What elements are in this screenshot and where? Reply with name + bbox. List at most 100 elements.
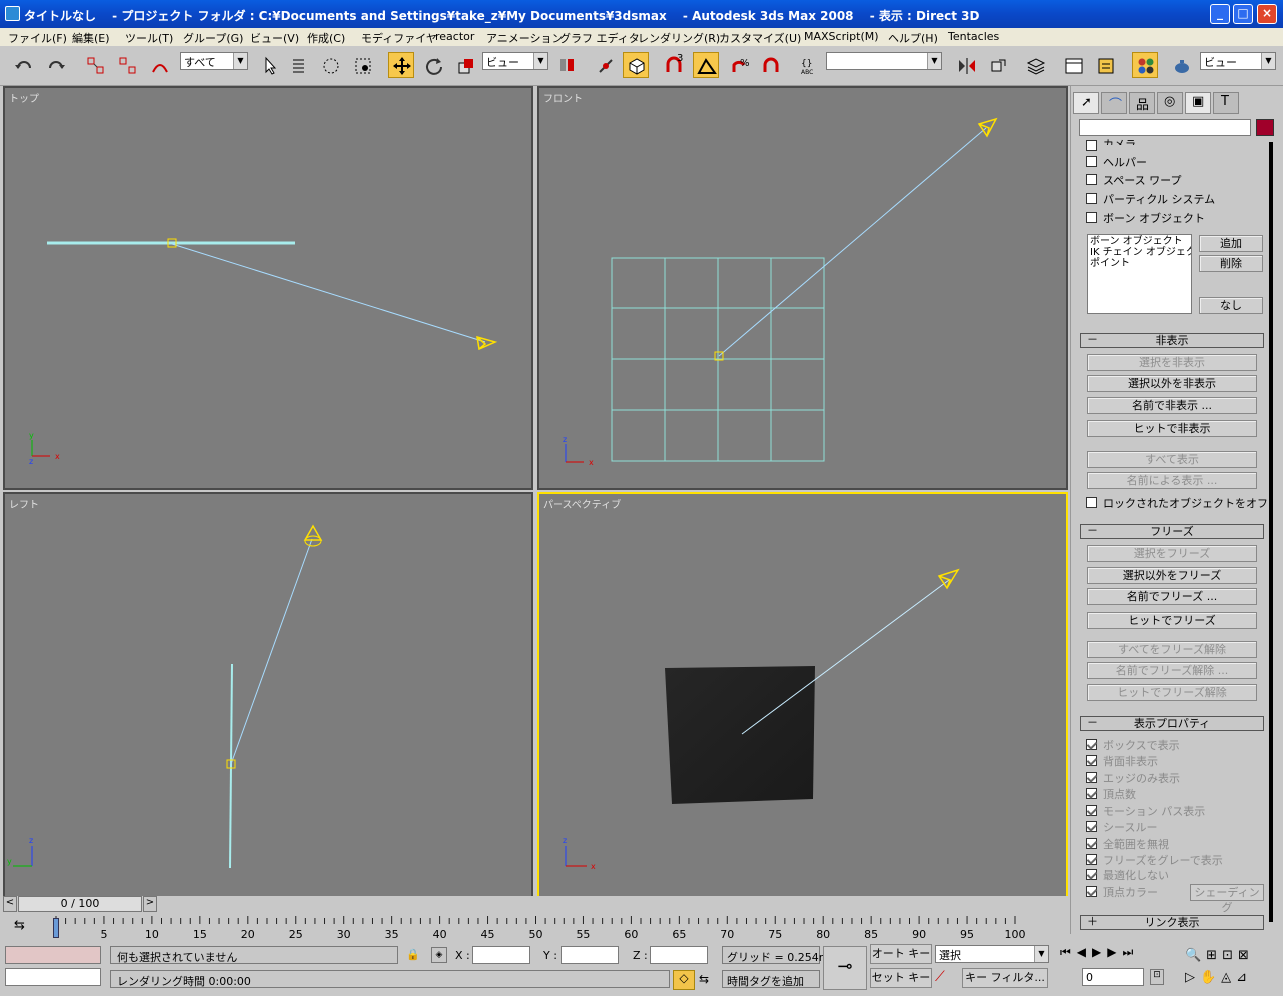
time-tag-icon[interactable]: ⇆ <box>699 972 709 986</box>
unfreeze-by-name-button[interactable]: 名前でフリーズ解除 ... <box>1087 662 1257 679</box>
hide-unselected-button[interactable]: 選択以外を非表示 <box>1087 375 1257 392</box>
time-slider-thumb[interactable]: 0 / 100 <box>18 896 142 912</box>
display-prop-checkbox[interactable] <box>1086 788 1097 799</box>
bind-spacewarp-button[interactable] <box>146 52 172 78</box>
display-prop-checkbox[interactable] <box>1086 886 1097 897</box>
display-prop-checkbox[interactable] <box>1086 739 1097 750</box>
menu-graph-editors[interactable]: グラフ エディタ <box>560 30 640 46</box>
set-key-icon[interactable]: ⊸ <box>823 946 867 990</box>
viewport-navigation-controls[interactable]: 🔍⊞⊡⊠ ▷✋◬⊿ <box>1185 945 1279 991</box>
filter-list[interactable]: ボーン オブジェクト IK チェイン オブジェクト ポイント <box>1087 234 1192 314</box>
schematic-view-button[interactable] <box>1092 52 1118 78</box>
list-item[interactable]: ポイント <box>1090 258 1189 269</box>
scale-button[interactable] <box>452 52 478 78</box>
menu-animation[interactable]: アニメーション <box>486 30 563 46</box>
object-color-swatch[interactable] <box>1256 119 1274 136</box>
display-prop-checkbox[interactable] <box>1086 838 1097 849</box>
align-button[interactable] <box>985 52 1011 78</box>
angle-snap-button[interactable] <box>693 52 719 78</box>
select-object-button[interactable] <box>256 52 282 78</box>
viewport-top[interactable]: トップ y x z <box>3 86 533 490</box>
create-tab[interactable]: ➚ <box>1073 92 1099 114</box>
current-frame-field[interactable]: 0 <box>1082 968 1144 986</box>
link-display-rollout-header[interactable]: ＋ リンク表示 <box>1080 915 1264 930</box>
spinner-snap-button[interactable] <box>757 52 783 78</box>
pivot-center-button[interactable] <box>553 52 579 78</box>
hide-particle-checkbox[interactable] <box>1086 193 1097 204</box>
menu-group[interactable]: グループ(G) <box>183 30 243 46</box>
y-coordinate-field[interactable] <box>561 946 619 964</box>
hide-by-hit-button[interactable]: ヒットで非表示 <box>1087 420 1257 437</box>
time-next-arrow[interactable]: > <box>143 896 157 912</box>
menu-view[interactable]: ビュー(V) <box>250 30 299 46</box>
display-prop-checkbox[interactable] <box>1086 869 1097 880</box>
keyboard-shortcut-override-button[interactable] <box>623 52 649 78</box>
playback-controls[interactable]: ⏮◀▶▶⏭ <box>1060 945 1180 965</box>
render-scene-button[interactable] <box>1168 52 1194 78</box>
list-item[interactable]: IK チェイン オブジェクト <box>1090 247 1191 258</box>
display-prop-checkbox[interactable] <box>1086 854 1097 865</box>
unfreeze-all-button[interactable]: すべてをフリーズ解除 <box>1087 641 1257 658</box>
x-coordinate-field[interactable] <box>472 946 530 964</box>
add-button[interactable]: 追加 <box>1199 235 1263 252</box>
maximize-button[interactable]: □ <box>1233 4 1253 24</box>
freeze-selected-button[interactable]: 選択をフリーズ <box>1087 545 1257 562</box>
display-tab[interactable]: ▣ <box>1185 92 1211 114</box>
unfreeze-by-hit-button[interactable]: ヒットでフリーズ解除 <box>1087 684 1257 701</box>
time-cursor[interactable] <box>53 918 59 938</box>
curve-editor-button[interactable] <box>1060 52 1086 78</box>
lock-icon[interactable]: 🔒 <box>406 948 420 961</box>
menu-edit[interactable]: 編集(E) <box>72 30 110 46</box>
set-key-button[interactable]: セット キー <box>870 968 932 988</box>
hide-selected-button[interactable]: 選択を非表示 <box>1087 354 1257 371</box>
freeze-unselected-button[interactable]: 選択以外をフリーズ <box>1087 567 1257 584</box>
hide-by-name-button[interactable]: 名前で非表示 ... <box>1087 397 1257 414</box>
hide-helper-checkbox[interactable] <box>1086 156 1097 167</box>
selection-region-button[interactable] <box>317 52 343 78</box>
remove-button[interactable]: 削除 <box>1199 255 1263 272</box>
manipulate-button[interactable] <box>592 52 618 78</box>
select-by-name-button[interactable] <box>286 52 312 78</box>
viewport-front[interactable]: フロント z x <box>537 86 1068 490</box>
freeze-by-name-button[interactable]: 名前でフリーズ ... <box>1087 588 1257 605</box>
selection-filter-dropdown[interactable]: すべて ▼ <box>180 52 248 70</box>
rotate-button[interactable] <box>420 52 446 78</box>
maxscript-listener-field[interactable] <box>5 946 101 964</box>
menu-rendering[interactable]: レンダリング(R) <box>638 30 720 46</box>
auto-key-button[interactable]: オート キー <box>870 944 932 964</box>
hierarchy-tab[interactable]: 品 <box>1129 92 1155 114</box>
hide-camera-checkbox[interactable] <box>1086 140 1097 151</box>
close-button[interactable]: × <box>1257 4 1277 24</box>
key-filters-button[interactable]: キー フィルタ... <box>962 968 1048 988</box>
freeze-rollout-header[interactable]: － フリーズ <box>1080 524 1264 539</box>
z-coordinate-field[interactable] <box>650 946 708 964</box>
add-time-tag-field[interactable]: 時間タグを追加 <box>722 970 820 988</box>
time-slider[interactable]: < 0 / 100 > <box>0 896 1070 914</box>
redo-button[interactable] <box>42 52 68 78</box>
track-bar[interactable]: ⇆ 05101520253035404550556065707580859095… <box>0 914 1070 942</box>
minimize-button[interactable]: _ <box>1210 4 1230 24</box>
menu-modifiers[interactable]: モディファイヤ <box>361 30 437 46</box>
display-prop-checkbox[interactable] <box>1086 772 1097 783</box>
unlink-button[interactable] <box>114 52 140 78</box>
list-item[interactable]: ボーン オブジェクト <box>1090 236 1189 247</box>
unhide-by-name-button[interactable]: 名前による表示 ... <box>1087 472 1257 489</box>
freeze-by-hit-button[interactable]: ヒットでフリーズ <box>1087 612 1257 629</box>
utilities-tab[interactable]: T <box>1213 92 1239 114</box>
window-crossing-button[interactable] <box>349 52 375 78</box>
object-name-field[interactable] <box>1079 119 1251 136</box>
render-type-dropdown[interactable]: ビュー ▼ <box>1200 52 1276 70</box>
viewport-left[interactable]: レフト z y <box>3 492 533 898</box>
menu-reactor[interactable]: reactor <box>435 30 474 43</box>
maxscript-input-field[interactable] <box>5 968 101 986</box>
display-prop-checkbox[interactable] <box>1086 805 1097 816</box>
material-editor-button[interactable] <box>1132 52 1158 78</box>
layer-manager-button[interactable] <box>1022 52 1048 78</box>
select-and-link-button[interactable] <box>82 52 108 78</box>
none-button[interactable]: なし <box>1199 297 1263 314</box>
modify-tab[interactable]: ⌒ <box>1101 92 1127 114</box>
menu-create[interactable]: 作成(C) <box>307 30 345 46</box>
reference-coordinate-dropdown[interactable]: ビュー ▼ <box>482 52 548 70</box>
snaps-toggle-button[interactable]: 3 <box>660 52 686 78</box>
isolate-selection-icon[interactable]: ◇ <box>673 970 695 990</box>
